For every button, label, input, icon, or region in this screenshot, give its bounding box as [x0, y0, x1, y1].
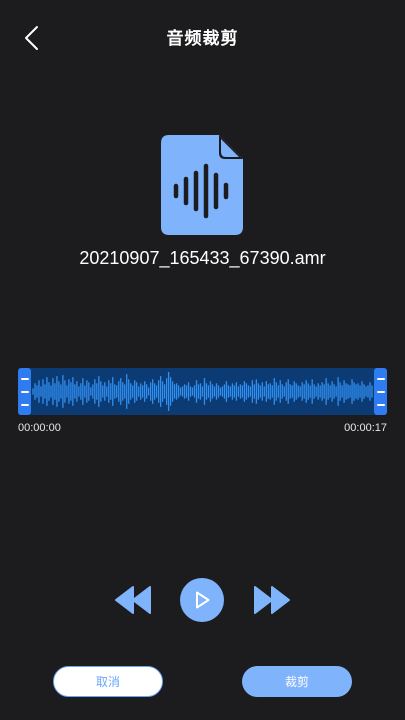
crop-button[interactable]: 裁剪: [242, 666, 352, 697]
waveform: [32, 372, 373, 411]
file-name: 20210907_165433_67390.amr: [79, 248, 326, 268]
play-button[interactable]: [180, 578, 224, 622]
audio-file-icon: [161, 135, 243, 235]
page-title: 音频裁剪: [166, 29, 239, 49]
end-time: 00:00:17: [344, 422, 387, 434]
trim-start-handle[interactable]: [18, 368, 31, 415]
fast-forward-button[interactable]: [253, 584, 291, 616]
trim-end-handle[interactable]: [374, 368, 387, 415]
play-icon: [196, 591, 210, 609]
top-bar: 音频裁剪: [0, 0, 405, 72]
start-time: 00:00:00: [18, 422, 61, 434]
rewind-icon: [115, 586, 151, 614]
waveform-track[interactable]: [18, 368, 387, 415]
rewind-button[interactable]: [114, 584, 152, 616]
cancel-button[interactable]: 取消: [53, 666, 163, 697]
fast-forward-icon: [254, 586, 290, 614]
